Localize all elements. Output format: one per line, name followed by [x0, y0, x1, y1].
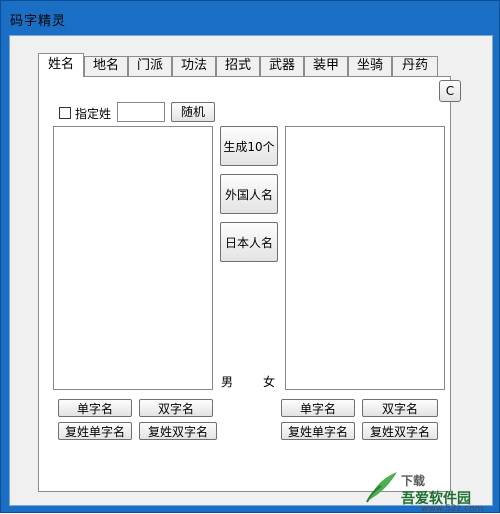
tab-pill[interactable]: 丹药 — [392, 56, 438, 76]
male-names-list[interactable] — [53, 126, 213, 390]
tab-panel: C 指定姓 随机 生成10个 外国人名 日本人名 男 女 单字名 双字名 复姓单… — [38, 76, 461, 492]
watermark: 下载 吾爱软件园 www.52z.com — [361, 466, 491, 514]
male-compound-single-button[interactable]: 复姓单字名 — [58, 422, 132, 440]
female-names-list[interactable] — [285, 126, 445, 390]
female-double-name-button[interactable]: 双字名 — [362, 399, 438, 417]
tab-surname[interactable]: 姓名 — [38, 53, 84, 77]
specify-surname-checkbox[interactable] — [59, 107, 71, 119]
male-double-name-button[interactable]: 双字名 — [139, 399, 213, 417]
female-label: 女 — [263, 375, 276, 389]
male-label: 男 — [221, 375, 234, 389]
tab-skill[interactable]: 功法 — [172, 56, 216, 76]
surname-input[interactable] — [117, 102, 165, 122]
window-title: 码字精灵 — [10, 14, 67, 29]
foreign-names-button[interactable]: 外国人名 — [220, 174, 278, 214]
specify-surname-label: 指定姓 — [75, 107, 112, 121]
male-compound-double-button[interactable]: 复姓双字名 — [139, 422, 217, 440]
random-surname-button[interactable]: 随机 — [171, 102, 215, 122]
tab-weapon[interactable]: 武器 — [260, 56, 304, 76]
title-bar[interactable]: 码字精灵 — [1, 1, 499, 35]
female-single-name-button[interactable]: 单字名 — [281, 399, 355, 417]
female-compound-single-button[interactable]: 复姓单字名 — [281, 422, 355, 440]
watermark-mark: 下载 — [401, 474, 426, 488]
client-area: 姓名 地名 门派 功法 招式 武器 装甲 坐骑 丹药 C 指定姓 随机 生成10… — [9, 35, 493, 506]
corner-c-button[interactable]: C — [439, 80, 461, 102]
male-single-name-button[interactable]: 单字名 — [58, 399, 132, 417]
tab-mount[interactable]: 坐骑 — [348, 56, 392, 76]
tab-move[interactable]: 招式 — [216, 56, 260, 76]
tab-armor[interactable]: 装甲 — [304, 56, 348, 76]
watermark-logo-icon — [366, 472, 397, 503]
female-compound-double-button[interactable]: 复姓双字名 — [362, 422, 438, 440]
generate-ten-button[interactable]: 生成10个 — [220, 126, 278, 166]
tab-sect[interactable]: 门派 — [128, 56, 172, 76]
app-window: 码字精灵 姓名 地名 门派 功法 招式 武器 装甲 坐骑 丹药 C 指定姓 随机… — [0, 0, 500, 514]
japanese-names-button[interactable]: 日本人名 — [220, 222, 278, 262]
tab-place[interactable]: 地名 — [84, 56, 128, 76]
